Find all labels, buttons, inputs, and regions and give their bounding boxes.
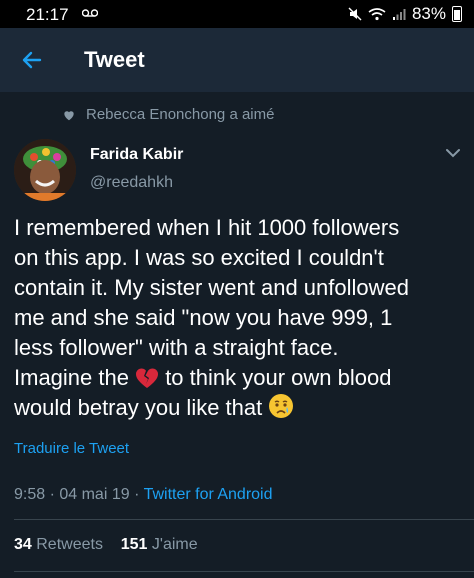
divider	[14, 571, 474, 572]
likes-label: J'aime	[151, 536, 198, 553]
voicemail-icon	[82, 9, 98, 17]
battery-icon	[452, 6, 462, 22]
likes-count: 151	[120, 536, 148, 553]
avatar[interactable]	[14, 139, 76, 201]
tweet-line: me and she said "now you have 999, 1	[14, 305, 393, 330]
broken-heart-icon	[136, 368, 159, 388]
wifi-icon	[368, 8, 386, 21]
translate-tweet-link[interactable]: Traduire le Tweet	[14, 440, 129, 457]
heart-icon	[64, 110, 74, 120]
tweet-meta: 9:58 · 04 mai 19 · Twitter for Android	[14, 486, 273, 504]
battery-percent: 83%	[411, 4, 446, 23]
tweet-line: contain it. My sister went and unfollowe…	[14, 275, 409, 300]
meta-separator: ·	[45, 486, 60, 503]
divider	[14, 519, 474, 520]
signal-icon	[392, 9, 406, 20]
mute-icon	[348, 7, 362, 21]
likes-stat[interactable]: 151 J'aime	[121, 536, 198, 553]
tweet-date: 04 mai 19	[59, 486, 130, 503]
status-time: 21:17	[26, 5, 69, 24]
author-name[interactable]: Farida Kabir	[90, 146, 183, 164]
app-bar: Tweet	[0, 28, 474, 92]
tweet-line: on this app. I was so excited I couldn't	[14, 245, 384, 270]
retweets-count: 34	[14, 536, 32, 553]
retweets-label: Retweets	[36, 536, 103, 553]
tweet-time: 9:58	[14, 486, 46, 503]
author-handle[interactable]: @reedahkh	[90, 174, 173, 192]
tweet-line-part: to think your own blood	[159, 365, 392, 390]
avatar-image	[14, 139, 76, 201]
social-context-text: Rebecca Enonchong a aimé	[86, 106, 275, 123]
tweet-client-link[interactable]: Twitter for Android	[144, 486, 273, 503]
crying-face-icon	[269, 394, 294, 418]
chevron-down-icon[interactable]	[446, 148, 460, 158]
tweet-line: would betray you like that	[14, 393, 464, 423]
tweet-text: I remembered when I hit 1000 followers o…	[14, 213, 464, 423]
meta-separator: ·	[129, 486, 144, 503]
retweets-stat[interactable]: 34 Retweets	[14, 536, 103, 553]
tweet-line: less follower" with a straight face.	[14, 335, 339, 360]
tweet-line: Imagine the to think your own blood	[14, 363, 464, 393]
status-bar: 21:17 83%	[0, 0, 474, 28]
tweet-line: I remembered when I hit 1000 followers	[14, 215, 400, 240]
tweet-line-part: would betray you like that	[14, 395, 269, 420]
social-context: Rebecca Enonchong a aimé	[62, 106, 274, 123]
back-arrow-icon[interactable]	[20, 48, 44, 72]
tweet-line-part: Imagine the	[14, 365, 136, 390]
page-title: Tweet	[84, 47, 145, 72]
tweet-stats: 34 Retweets 151 J'aime	[14, 536, 198, 554]
